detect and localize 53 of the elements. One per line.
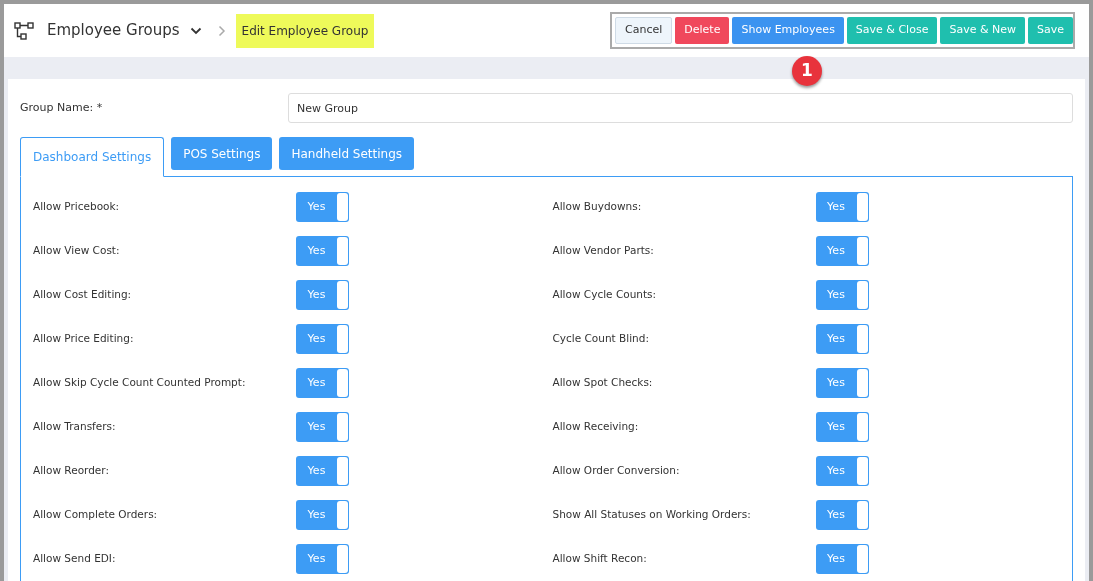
toggle-switch[interactable]: Yes <box>296 412 349 442</box>
action-button[interactable]: Save & Close <box>846 17 938 44</box>
setting-label: Allow Cost Editing: <box>33 287 133 303</box>
setting-label: Allow Buydowns: <box>552 199 643 215</box>
action-button[interactable]: Show Employees <box>732 17 844 44</box>
setting-label: Allow Pricebook: <box>33 199 121 215</box>
setting-label: Allow Complete Orders: <box>33 507 159 523</box>
toggle-switch[interactable]: Yes <box>815 280 869 310</box>
toggle-switch[interactable]: Yes <box>815 368 869 398</box>
group-name-field[interactable]: New Group <box>288 93 1073 123</box>
breadcrumb-current: Edit Employee Group <box>235 13 375 48</box>
toggle-switch[interactable]: Yes <box>815 236 869 266</box>
setting-label: Allow View Cost: <box>33 243 121 259</box>
setting-label: Allow Reorder: <box>33 463 110 479</box>
setting-label: Allow Shift Recon: <box>552 551 648 567</box>
setting-label: Allow Price Editing: <box>33 331 135 347</box>
toggle-switch[interactable]: Yes <box>815 456 869 486</box>
toggle-switch[interactable]: Yes <box>296 192 349 222</box>
field-label: Group Name: * <box>20 99 104 116</box>
toggle-switch[interactable]: Yes <box>815 412 869 442</box>
tab[interactable]: Dashboard Settings <box>20 137 165 177</box>
toggle-switch[interactable]: Yes <box>296 324 349 354</box>
setting-label: Allow Cycle Counts: <box>552 287 658 303</box>
setting-label: Allow Spot Checks: <box>552 375 654 391</box>
setting-label: Allow Order Conversion: <box>552 463 681 479</box>
toggle-switch[interactable]: Yes <box>296 236 349 266</box>
hierarchy-icon <box>14 21 34 40</box>
callout-badge: 1 <box>792 56 822 86</box>
tab[interactable]: POS Settings <box>171 137 273 170</box>
toggle-switch[interactable]: Yes <box>296 280 349 310</box>
toggle-switch[interactable]: Yes <box>815 192 869 222</box>
setting-label: Allow Transfers: <box>33 419 117 435</box>
setting-label: Allow Skip Cycle Count Counted Prompt: <box>33 375 247 391</box>
action-button[interactable]: Delete <box>675 17 730 44</box>
action-button[interactable]: Save <box>1028 17 1073 44</box>
toggle-switch[interactable]: Yes <box>815 324 869 354</box>
toggle-switch[interactable]: Yes <box>296 456 349 486</box>
setting-label: Cycle Count Blind: <box>552 331 650 347</box>
setting-label: Allow Receiving: <box>552 419 640 435</box>
chevron-right-icon <box>217 24 226 37</box>
toggle-switch[interactable]: Yes <box>296 368 349 398</box>
tab[interactable]: Handheld Settings <box>279 137 415 170</box>
toggle-switch[interactable]: Yes <box>815 544 869 574</box>
action-button[interactable]: Save & New <box>940 17 1025 44</box>
setting-label: Show All Statuses on Working Orders: <box>552 507 752 523</box>
toggle-switch[interactable]: Yes <box>296 500 349 530</box>
chevron-down-icon[interactable] <box>189 26 202 35</box>
action-button[interactable]: Cancel <box>615 17 673 44</box>
setting-label: Allow Send EDI: <box>33 551 117 567</box>
setting-label: Allow Vendor Parts: <box>552 243 655 259</box>
toggle-switch[interactable]: Yes <box>815 500 869 530</box>
page-title[interactable]: Employee Groups <box>47 19 180 42</box>
toggle-switch[interactable]: Yes <box>296 544 349 574</box>
